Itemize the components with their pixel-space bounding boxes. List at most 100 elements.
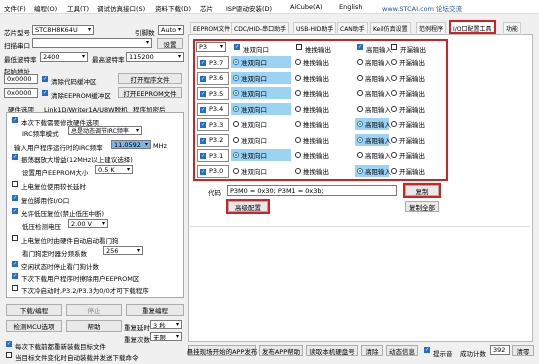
menu-aicube[interactable]: AiCube(A) xyxy=(290,3,323,11)
max-baud-select[interactable]: 115200 xyxy=(126,52,184,62)
pin-mode-option[interactable]: 准双向口 xyxy=(231,87,291,99)
pin-enable-checkbox[interactable] xyxy=(200,60,206,66)
pin-mode-radio[interactable] xyxy=(391,105,397,112)
pin-mode-radio[interactable] xyxy=(391,152,397,158)
pin-mode-option[interactable]: 推挽输出 xyxy=(293,72,353,84)
pin-mode-option[interactable]: 准双向口 xyxy=(231,56,291,68)
stop-button[interactable]: 停止 xyxy=(66,304,122,316)
pin-mode-option[interactable]: 高阻输入 xyxy=(355,103,391,115)
pin-mode-option[interactable]: 开漏输出 xyxy=(389,165,441,177)
pin-mode-option[interactable]: 推挽输出 xyxy=(293,103,353,115)
pin-mode-radio[interactable] xyxy=(295,105,301,112)
pin-mode-option[interactable]: 高阻输入 xyxy=(355,164,391,177)
sound-checkbox[interactable] xyxy=(424,347,430,353)
tab-can[interactable]: CAN助手 xyxy=(337,22,368,33)
clear-eeprom-checkbox[interactable] xyxy=(42,90,48,96)
pin-mode-option[interactable]: 准双向口 xyxy=(231,71,291,84)
menu-debug[interactable]: 调试仿真接口(S) xyxy=(97,3,145,13)
dynamic-info-button[interactable]: 动态信息 xyxy=(386,345,418,356)
pin-mode-option[interactable]: 高阻输入 xyxy=(355,118,391,130)
pin-mode-radio[interactable] xyxy=(233,105,239,112)
pin-mode-radio[interactable] xyxy=(233,136,239,143)
repeat-count-select[interactable]: 无限 xyxy=(150,332,182,341)
pin-mode-option[interactable]: 推挽输出 xyxy=(293,165,353,177)
tab-more[interactable]: 功能 xyxy=(503,22,522,33)
pin-enable-checkbox[interactable] xyxy=(200,137,206,144)
pin-enable-checkbox[interactable] xyxy=(200,168,206,175)
tab-cdc-serial[interactable]: CDC/HID-串口助手 xyxy=(231,22,290,33)
pin-mode-radio[interactable] xyxy=(295,152,301,158)
cold-start-checkbox[interactable] xyxy=(12,285,18,291)
auto-send-checkbox[interactable] xyxy=(6,352,12,358)
pin-mode-radio[interactable] xyxy=(357,105,363,112)
tab-keil[interactable]: Keil仿真设置 xyxy=(370,22,411,33)
pin-mode-option[interactable]: 高阻输入 xyxy=(355,133,391,146)
header-opt-checkbox-2[interactable] xyxy=(357,44,363,50)
repeat-delay-select[interactable]: 3 秒 xyxy=(150,320,182,329)
pin-mode-option[interactable]: 开漏输出 xyxy=(389,149,441,161)
erase-eeprom-checkbox[interactable] xyxy=(12,273,18,279)
code-output[interactable]: P3M0 = 0x30; P3M1 = 0x3b; xyxy=(227,185,397,196)
eeprom-addr-field[interactable]: 0x0000 xyxy=(4,88,38,98)
irc-freq-input[interactable]: 11.0592 xyxy=(111,140,151,149)
reset-count-button[interactable]: 清零 xyxy=(512,345,534,356)
tab-io-config[interactable]: I/O口配置工具 xyxy=(449,20,496,34)
pin-mode-radio[interactable] xyxy=(391,167,397,174)
clear-button[interactable]: 清除 xyxy=(361,345,383,356)
pin-mode-option[interactable]: 推挽输出 xyxy=(293,134,353,146)
menu-download[interactable]: 资料下载(D) xyxy=(155,3,191,13)
pin-mode-radio[interactable] xyxy=(295,121,301,127)
pin-mode-radio[interactable] xyxy=(295,136,301,143)
pin-mode-option[interactable]: 推挽输出 xyxy=(293,56,353,68)
pin-mode-radio[interactable] xyxy=(233,121,239,127)
pin-enable-checkbox[interactable] xyxy=(200,122,206,128)
lvd-voltage-select[interactable]: 2.00 V xyxy=(68,219,108,228)
pin-mode-option[interactable]: 准双向口 xyxy=(231,102,291,115)
pin-mode-radio[interactable] xyxy=(233,90,239,96)
pin-mode-option[interactable]: 推挽输出 xyxy=(293,118,353,130)
pin-mode-radio[interactable] xyxy=(391,74,397,81)
header-opt-checkbox-0[interactable] xyxy=(234,44,240,50)
pin-mode-radio[interactable] xyxy=(295,59,301,65)
menu-program[interactable]: 编程(O) xyxy=(34,3,57,13)
clear-code-checkbox[interactable] xyxy=(42,76,48,82)
chip-select[interactable]: STC8H8K64U xyxy=(32,25,94,35)
pin-mode-radio[interactable] xyxy=(233,152,239,158)
header-opt-checkbox-3[interactable] xyxy=(391,44,397,50)
pin-mode-option[interactable]: 准双向口 xyxy=(231,165,291,177)
pin-mode-radio[interactable] xyxy=(391,90,397,96)
tab-usb-hid[interactable]: USB-HID助手 xyxy=(293,22,337,33)
menu-file[interactable]: 文件(F) xyxy=(4,3,26,13)
tab-examples[interactable]: 范例程序 xyxy=(416,22,447,33)
pin-mode-option[interactable]: 开漏输出 xyxy=(389,56,441,68)
pin-mode-option[interactable]: 高阻输入 xyxy=(355,87,391,99)
pin-mode-radio[interactable] xyxy=(357,136,363,143)
eeprom-size-select[interactable]: 0.5 K xyxy=(95,165,133,174)
menu-isp-driver[interactable]: ISP驱动安装(D) xyxy=(226,3,272,13)
help-button[interactable]: 帮助 xyxy=(66,320,122,332)
lvd-reset-checkbox[interactable] xyxy=(12,208,18,214)
pin-enable-checkbox[interactable] xyxy=(200,106,206,113)
pin-mode-option[interactable]: 开漏输出 xyxy=(389,87,441,99)
menu-english[interactable]: English xyxy=(339,3,362,11)
pin-mode-radio[interactable] xyxy=(391,136,397,143)
pin-mode-option[interactable]: 高阻输入 xyxy=(355,149,391,161)
min-baud-select[interactable]: 2400 xyxy=(40,52,88,62)
repeat-program-button[interactable]: 重复编程 xyxy=(126,304,184,316)
pin-mode-radio[interactable] xyxy=(357,59,363,65)
pin-mode-option[interactable]: 开漏输出 xyxy=(389,103,441,115)
hw-opt-checkbox[interactable] xyxy=(12,117,18,123)
pin-mode-option[interactable]: 准双向口 xyxy=(231,149,291,161)
open-eeprom-button[interactable]: 打开EEPROM文件 xyxy=(118,87,182,98)
publish-app-button[interactable]: 悬挂现场开始的APP发布 xyxy=(187,345,257,356)
app-help-button[interactable]: 发布APP帮助 xyxy=(259,345,303,356)
download-button[interactable]: 下载/编程 xyxy=(6,304,62,316)
pin-mode-radio[interactable] xyxy=(357,121,363,127)
wdt-div-select[interactable]: 256 xyxy=(103,246,143,255)
wdt-auto-checkbox[interactable] xyxy=(12,235,18,241)
code-addr-field[interactable]: 0x0000 xyxy=(4,74,38,84)
copy-all-button[interactable]: 复制全部 xyxy=(405,201,439,212)
pin-mode-option[interactable]: 推挽输出 xyxy=(293,149,353,161)
pin-mode-option[interactable]: 开漏输出 xyxy=(389,134,441,146)
pin-mode-option[interactable]: 开漏输出 xyxy=(389,72,441,84)
